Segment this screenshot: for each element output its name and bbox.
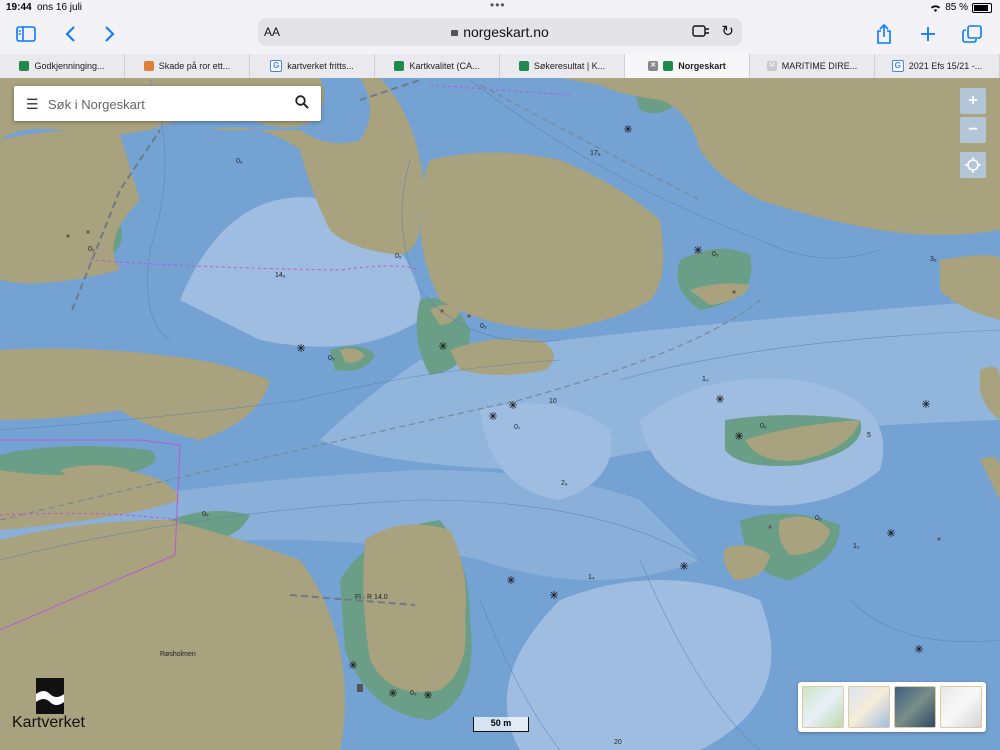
depth-label: 20: [614, 739, 622, 746]
depth-label: 0₅: [410, 690, 417, 697]
scale-bar: 50 m: [473, 717, 529, 732]
tab-sokeresultat[interactable]: Søkeresultat | K...: [500, 54, 625, 78]
new-tab-button[interactable]: [914, 20, 942, 48]
extension-icon[interactable]: [692, 24, 710, 43]
battery-icon: [972, 2, 992, 13]
browser-toolbar: AA norgeskart.no ↻: [0, 16, 1000, 52]
depth-label: 2₉: [561, 480, 568, 487]
basemap-aerial-thumbnail[interactable]: [894, 686, 936, 728]
favicon-icon: [143, 61, 154, 71]
favicon-icon: M: [766, 61, 777, 71]
battery-percent: 85 %: [945, 2, 968, 13]
search-box: ☰: [14, 86, 321, 121]
basemap-nautical-thumbnail[interactable]: [848, 686, 890, 728]
address-bar[interactable]: AA norgeskart.no ↻: [258, 18, 742, 46]
search-icon[interactable]: [295, 95, 309, 114]
chevron-left-icon: [65, 26, 75, 42]
tab-efs[interactable]: G 2021 Efs 15/21 -...: [875, 54, 1000, 78]
basemap-selector: [798, 682, 986, 732]
url-text: norgeskart.no: [463, 24, 549, 40]
logo-text: Kartverket: [12, 714, 85, 731]
depth-label: 0₅: [760, 423, 767, 430]
depth-label: 17₉: [590, 150, 601, 157]
depth-label: 0₅: [236, 158, 243, 165]
depth-label: 5: [867, 432, 871, 439]
depth-label: 0₅: [815, 515, 822, 522]
favicon-icon: [19, 61, 30, 71]
share-button[interactable]: [870, 20, 898, 48]
light-label: Fl · R 14.0: [355, 594, 388, 601]
tab-skade[interactable]: Skade på ror ett...: [125, 54, 250, 78]
favicon-icon: [663, 61, 674, 71]
lock-icon: [451, 30, 459, 36]
place-name: Røsholmen: [160, 651, 196, 658]
share-icon: [877, 24, 891, 44]
nautical-map[interactable]: 0₅ 14₉ 17₉ 1₀ 0₇ 2₉ 1₂ 1₄ 3₆ 10 5 Røshol…: [0, 78, 1000, 750]
basemap-gray-thumbnail[interactable]: [940, 686, 982, 728]
tabs-icon: [962, 25, 982, 43]
tab-kartverket-search[interactable]: Gkartverket fritts...: [250, 54, 375, 78]
depth-label: 0₅: [328, 355, 335, 362]
tab-overview-button[interactable]: [958, 20, 986, 48]
tab-maritime[interactable]: M MARITIME DIRE...: [750, 54, 875, 78]
depth-label: 10: [549, 398, 557, 405]
crosshair-icon: [965, 157, 981, 173]
wifi-icon: [931, 4, 941, 12]
google-icon: G: [891, 60, 904, 72]
depth-label: 0₇: [514, 424, 521, 431]
google-icon: G: [270, 60, 283, 72]
depth-label: 3₆: [930, 256, 937, 263]
tab-bar: Godkjenninging... Skade på ror ett... Gk…: [0, 54, 1000, 79]
status-date: ons 16 juli: [37, 2, 83, 13]
locate-me-button[interactable]: [960, 152, 986, 178]
depth-label: 0₅: [480, 323, 487, 330]
kartverket-logo-icon: [36, 678, 64, 714]
kartverket-logo: Kartverket: [12, 678, 92, 738]
favicon-icon: [394, 61, 405, 71]
forward-button[interactable]: [96, 20, 124, 48]
depth-label: 1₂: [853, 543, 860, 550]
status-right: 85 %: [930, 2, 992, 13]
depth-label: 0₅: [202, 511, 209, 518]
zoom-in-button[interactable]: +: [960, 88, 986, 114]
depth-label: 0₅: [395, 253, 402, 260]
tab-godkjenning[interactable]: Godkjenninging...: [0, 54, 125, 78]
tab-kartkvalitet[interactable]: Kartkvalitet (CA...: [375, 54, 500, 78]
depth-label: 1₀: [702, 376, 709, 383]
depth-label: 14₉: [275, 272, 286, 279]
back-button[interactable]: [56, 20, 84, 48]
close-tab-icon[interactable]: ✕: [648, 61, 659, 71]
depth-label: 1₄: [588, 574, 595, 581]
status-time: 19:44: [6, 2, 32, 13]
chevron-right-icon: [105, 26, 115, 42]
tab-norgeskart[interactable]: ✕ Norgeskart: [625, 54, 750, 78]
plus-icon: [921, 27, 935, 41]
status-bar: 19:44 ons 16 juli ••• 85 %: [0, 0, 1000, 16]
sidebar-toggle-icon[interactable]: [12, 20, 40, 48]
basemap-topo-thumbnail[interactable]: [802, 686, 844, 728]
reload-icon[interactable]: ↻: [721, 22, 734, 40]
menu-icon[interactable]: ☰: [26, 96, 39, 113]
depth-label: 0₅: [712, 251, 719, 258]
map-canvas[interactable]: [0, 78, 1000, 750]
zoom-out-button[interactable]: −: [960, 117, 986, 143]
favicon-icon: [518, 61, 529, 71]
depth-label: 0₅: [88, 246, 95, 253]
multitask-dots-icon[interactable]: •••: [490, 0, 506, 12]
search-input[interactable]: [46, 93, 290, 115]
